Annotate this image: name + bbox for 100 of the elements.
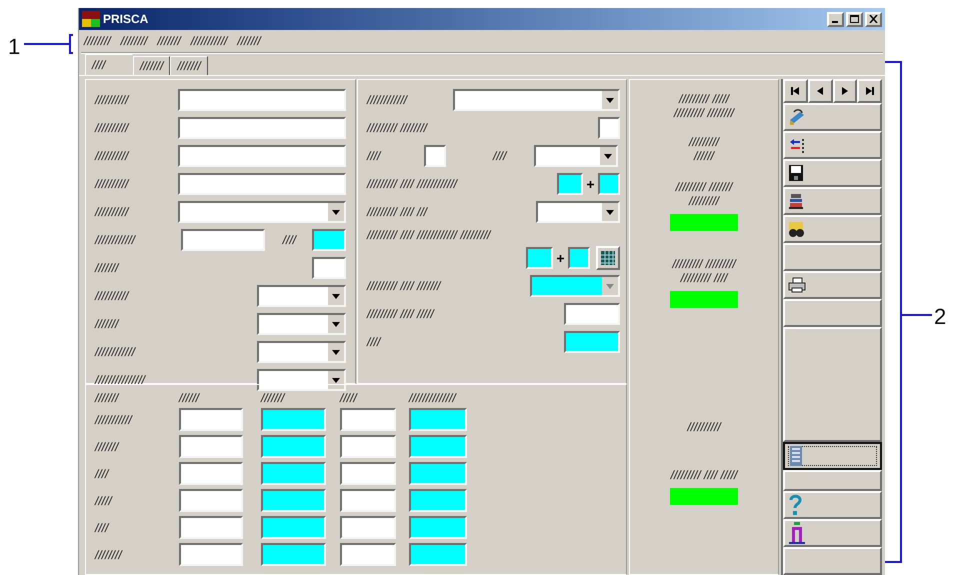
menu-item[interactable]: /////////// <box>190 32 228 50</box>
input-field[interactable] <box>409 516 467 539</box>
dropdown[interactable] <box>178 201 346 223</box>
next-button[interactable] <box>832 79 858 103</box>
field-label: ////////// <box>95 288 128 305</box>
window-title: PRISCA <box>103 11 148 28</box>
first-button[interactable] <box>783 79 808 103</box>
caret-icon <box>328 203 344 221</box>
field-label: ////////// <box>95 176 128 193</box>
left-arrow-icon <box>815 87 826 95</box>
info-label: ///////// <box>688 194 719 208</box>
tab[interactable]: //// <box>85 54 133 75</box>
column-header: /////// <box>261 390 286 407</box>
input-field[interactable] <box>424 145 446 167</box>
minimize-button[interactable] <box>827 12 844 26</box>
field-label: ////////// <box>95 92 128 109</box>
row-label: /////// <box>95 438 120 456</box>
dropdown[interactable] <box>257 313 346 335</box>
menu-item[interactable]: //////// <box>120 32 148 50</box>
info-label: ///////// <box>688 135 719 149</box>
question-mark-icon <box>788 494 802 516</box>
input-field[interactable] <box>261 435 326 458</box>
input-field[interactable] <box>179 408 243 431</box>
input-field[interactable] <box>340 408 396 431</box>
tab[interactable]: /////// <box>133 56 170 75</box>
field-label: //// <box>367 148 382 165</box>
close-icon <box>869 15 878 23</box>
input-field[interactable] <box>564 303 620 325</box>
input-field[interactable] <box>179 462 243 485</box>
input-field[interactable] <box>340 543 396 566</box>
callout-number: 2 <box>934 303 946 331</box>
input-field[interactable] <box>179 543 243 566</box>
dropdown[interactable] <box>257 341 346 363</box>
dropdown[interactable] <box>534 145 618 167</box>
skip-start-icon <box>790 87 800 95</box>
input-field[interactable] <box>340 489 396 512</box>
dropdown[interactable] <box>536 201 620 223</box>
input-field[interactable] <box>179 489 243 512</box>
field-label: ////////// <box>95 120 128 137</box>
info-label: ///////// /////// <box>676 180 732 194</box>
toolbar-button[interactable] <box>783 442 882 470</box>
info-label: ///////// //// <box>680 271 728 285</box>
input-field[interactable] <box>179 435 243 458</box>
calculator-button[interactable] <box>596 246 620 270</box>
dropdown[interactable] <box>530 275 620 297</box>
input-field[interactable] <box>409 435 467 458</box>
input-field[interactable] <box>409 408 467 431</box>
input-field[interactable] <box>261 516 326 539</box>
info-label: ///////// ///// <box>678 92 729 106</box>
input-field[interactable] <box>568 247 590 269</box>
input-field[interactable] <box>179 516 243 539</box>
menu-item[interactable]: /////// <box>157 32 181 50</box>
menu-item[interactable]: /////// <box>237 32 261 50</box>
input-field[interactable] <box>340 516 396 539</box>
input-field[interactable] <box>409 543 467 566</box>
input-field[interactable] <box>564 331 620 353</box>
right-arrow-icon <box>840 87 850 95</box>
close-button[interactable] <box>865 12 882 26</box>
input-field[interactable] <box>178 173 346 195</box>
input-field[interactable] <box>409 462 467 485</box>
input-field[interactable] <box>312 257 346 279</box>
column-header: ///// <box>340 390 359 407</box>
field-label: ///////// //// ///// <box>367 306 434 323</box>
input-field[interactable] <box>340 462 396 485</box>
input-field[interactable] <box>178 145 346 167</box>
previous-button[interactable] <box>808 79 832 103</box>
field-label: ////////// <box>95 204 128 221</box>
input-field[interactable] <box>598 117 620 139</box>
input-field[interactable] <box>340 435 396 458</box>
field-label: //// <box>282 232 296 249</box>
row-label: //////// <box>95 546 124 564</box>
dropdown[interactable] <box>257 285 346 307</box>
last-button[interactable] <box>857 79 882 103</box>
column-header: ////// <box>179 390 201 407</box>
input-field[interactable] <box>261 462 326 485</box>
input-field[interactable] <box>180 229 265 251</box>
input-field[interactable] <box>312 229 346 251</box>
app-logo-icon <box>82 11 100 27</box>
maximize-button[interactable] <box>846 12 863 26</box>
input-field[interactable] <box>557 173 583 195</box>
input-field[interactable] <box>526 247 553 269</box>
callout-bracket <box>24 34 74 54</box>
input-field[interactable] <box>261 408 326 431</box>
dropdown[interactable] <box>453 89 620 111</box>
row-label: //// <box>95 520 110 536</box>
field-label: ///////// //// //////////// <box>367 176 458 193</box>
input-field[interactable] <box>178 117 346 139</box>
dropdown[interactable] <box>257 369 346 391</box>
field-label: //// <box>367 334 380 351</box>
tab[interactable]: /////// <box>170 56 208 75</box>
input-field[interactable] <box>598 173 620 195</box>
menu-item[interactable]: //////// <box>84 32 111 50</box>
input-field[interactable] <box>178 89 346 111</box>
field-label: ///////// //// /// <box>367 204 428 221</box>
field-label: /////// <box>95 260 118 277</box>
field-label: ///////// //////// <box>367 120 428 137</box>
input-field[interactable] <box>261 543 326 566</box>
input-field[interactable] <box>409 489 467 512</box>
input-field[interactable] <box>261 489 326 512</box>
caret-icon <box>602 91 618 109</box>
